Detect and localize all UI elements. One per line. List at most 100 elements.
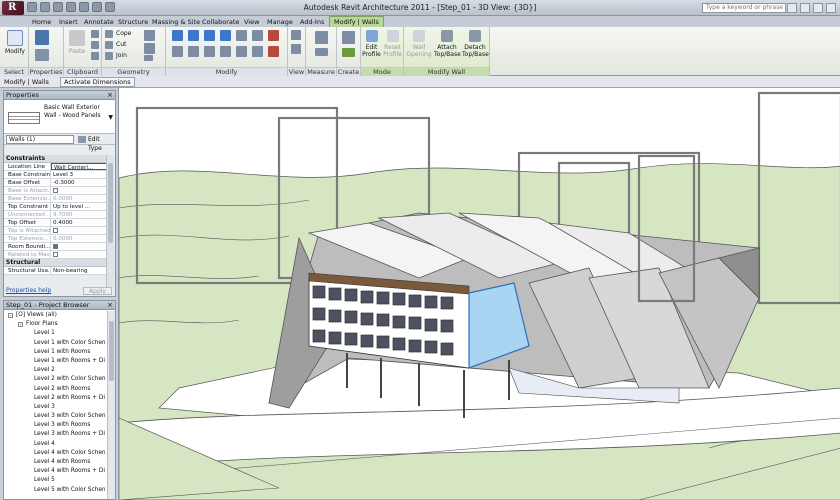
split-icon[interactable] — [236, 30, 247, 41]
collapse-icon[interactable]: - — [8, 313, 13, 319]
detach-top-base-button[interactable]: Detach Top/Base — [462, 29, 489, 65]
tab-annotate[interactable]: Annotate — [80, 17, 118, 27]
reset-profile-button[interactable]: Reset Profile — [382, 29, 403, 65]
3d-view-canvas[interactable] — [118, 88, 840, 500]
array-icon[interactable] — [236, 46, 247, 57]
browser-item[interactable]: Level 3 with Color Schen — [4, 412, 108, 421]
cut-icon[interactable] — [91, 30, 99, 38]
copy-element-icon[interactable] — [188, 46, 199, 57]
properties-scrollbar[interactable] — [106, 155, 114, 287]
constraints-group[interactable]: Constraints — [4, 155, 108, 163]
modify-button[interactable]: Modify — [3, 29, 27, 65]
copy-icon[interactable] — [91, 41, 99, 49]
browser-item[interactable]: Level 1 with Rooms — [4, 348, 108, 357]
properties-icon[interactable] — [35, 30, 49, 45]
delete-icon[interactable] — [268, 46, 279, 57]
paint-icon[interactable] — [144, 55, 153, 61]
browser-item[interactable]: Level 4 with Color Schen — [4, 449, 108, 458]
browser-item[interactable]: Level 2 with Rooms — [4, 385, 108, 394]
tab-structure[interactable]: Structure — [114, 17, 152, 27]
browser-item[interactable]: Level 4 with Rooms — [4, 458, 108, 467]
split-with-gap-icon[interactable] — [252, 30, 263, 41]
property-value[interactable]: 9.7000 — [51, 211, 108, 218]
browser-item[interactable]: Level 5 — [4, 476, 108, 485]
close-icon[interactable]: × — [107, 91, 113, 100]
property-row[interactable]: Top is Attached — [4, 227, 108, 235]
property-value[interactable]: 0.4000 — [51, 219, 108, 226]
browser-item[interactable]: Level 3 with Rooms + Di — [4, 430, 108, 439]
property-value[interactable]: 0.0000 — [51, 195, 108, 202]
property-row[interactable]: Unconnected ... 9.7000 — [4, 211, 108, 219]
split-face-icon[interactable] — [144, 43, 155, 54]
chevron-down-icon[interactable]: ▼ — [108, 114, 113, 121]
help-search-input[interactable]: Type a keyword or phrase — [702, 3, 786, 13]
close-icon[interactable] — [826, 3, 836, 13]
browser-item[interactable]: Level 5 with Color Schen — [4, 486, 108, 495]
tab-manage[interactable]: Manage — [263, 17, 297, 27]
offset-icon[interactable] — [188, 30, 199, 41]
maximize-icon[interactable] — [813, 3, 823, 13]
property-row[interactable]: Top Constraint Up to level ... — [4, 203, 108, 211]
checkbox-icon[interactable] — [53, 188, 58, 193]
property-checkbox[interactable] — [51, 227, 108, 234]
property-row[interactable]: Top Extensio... 0.0000 — [4, 235, 108, 243]
move-icon[interactable] — [172, 46, 183, 57]
unpin-icon[interactable] — [268, 30, 279, 41]
tab-collaborate[interactable]: Collaborate — [198, 17, 243, 27]
mirror-pick-axis-icon[interactable] — [204, 30, 215, 41]
browser-item[interactable]: Level 2 with Color Schen — [4, 375, 108, 384]
property-value[interactable]: Level 3 — [51, 171, 108, 178]
dimension-icon[interactable] — [315, 48, 328, 56]
browser-scrollbar[interactable] — [107, 311, 115, 499]
tab-home[interactable]: Home — [28, 17, 55, 27]
properties-help-link[interactable]: Properties help — [6, 287, 51, 294]
property-row[interactable]: Related to Mass — [4, 251, 108, 259]
hide-in-view-icon[interactable] — [291, 30, 301, 40]
wall-opening-button[interactable]: Wall Opening — [406, 29, 432, 65]
browser-item[interactable]: Level 4 — [4, 440, 108, 449]
property-row[interactable]: Structural Usa... Non-bearing — [4, 267, 108, 275]
checkbox-icon[interactable] — [53, 252, 58, 257]
type-selector[interactable]: Basic Wall Exterior Wall - Wood Panels ▼ — [4, 100, 115, 134]
browser-item[interactable]: Level 1 with Rooms + Di — [4, 357, 108, 366]
apply-button[interactable]: Apply — [83, 287, 112, 295]
tab-add-ins[interactable]: Add-Ins — [296, 17, 328, 27]
property-value[interactable]: 0.0000 — [51, 235, 108, 242]
browser-item[interactable]: Level 1 with Color Schen — [4, 339, 108, 348]
override-graphics-icon[interactable] — [291, 44, 301, 54]
property-checkbox[interactable] — [51, 243, 108, 250]
tab-insert[interactable]: Insert — [55, 17, 82, 27]
browser-item[interactable]: Level 2 with Rooms + Di — [4, 394, 108, 403]
wall-joins-icon[interactable] — [144, 30, 155, 41]
align-icon[interactable] — [172, 30, 183, 41]
scroll-thumb[interactable] — [108, 163, 113, 243]
browser-item[interactable]: - [O] Views (all) — [4, 311, 108, 320]
match-properties-icon[interactable] — [91, 52, 99, 60]
checkbox-icon[interactable] — [53, 228, 58, 233]
browser-item[interactable]: - Floor Plans — [4, 320, 108, 329]
cut-button[interactable]: Cut — [105, 40, 126, 50]
create-similar-icon[interactable] — [342, 48, 355, 57]
building-model-render[interactable] — [119, 88, 840, 500]
attach-top-base-button[interactable]: Attach Top/Base — [434, 29, 461, 65]
type-properties-icon[interactable] — [35, 49, 49, 61]
search-icon[interactable] — [787, 3, 797, 13]
browser-item[interactable]: Level 3 with Rooms — [4, 421, 108, 430]
close-icon[interactable]: × — [107, 301, 113, 310]
scale-icon[interactable] — [252, 46, 263, 57]
property-row[interactable]: Base is Attach... — [4, 187, 108, 195]
tab-massing-site[interactable]: Massing & Site — [148, 17, 204, 27]
property-value[interactable]: Wall Centerl... — [51, 163, 108, 170]
tab-modify-walls[interactable]: Modify | Walls — [329, 16, 384, 27]
scroll-thumb[interactable] — [109, 321, 114, 381]
property-row[interactable]: Room Boundi... — [4, 243, 108, 251]
activate-dimensions-button[interactable]: Activate Dimensions — [60, 77, 135, 87]
tab-view[interactable]: View — [240, 17, 263, 27]
edit-type-button[interactable]: Edit Type — [78, 135, 115, 153]
property-row[interactable]: Base Constraint Level 3 — [4, 171, 108, 179]
measure-tool-icon[interactable] — [315, 31, 328, 44]
paste-button[interactable]: Paste — [65, 29, 89, 65]
browser-item[interactable]: Level 3 — [4, 403, 108, 412]
checkbox-checked-icon[interactable] — [53, 244, 58, 249]
element-filter-dropdown[interactable]: Walls (1) — [6, 135, 74, 144]
